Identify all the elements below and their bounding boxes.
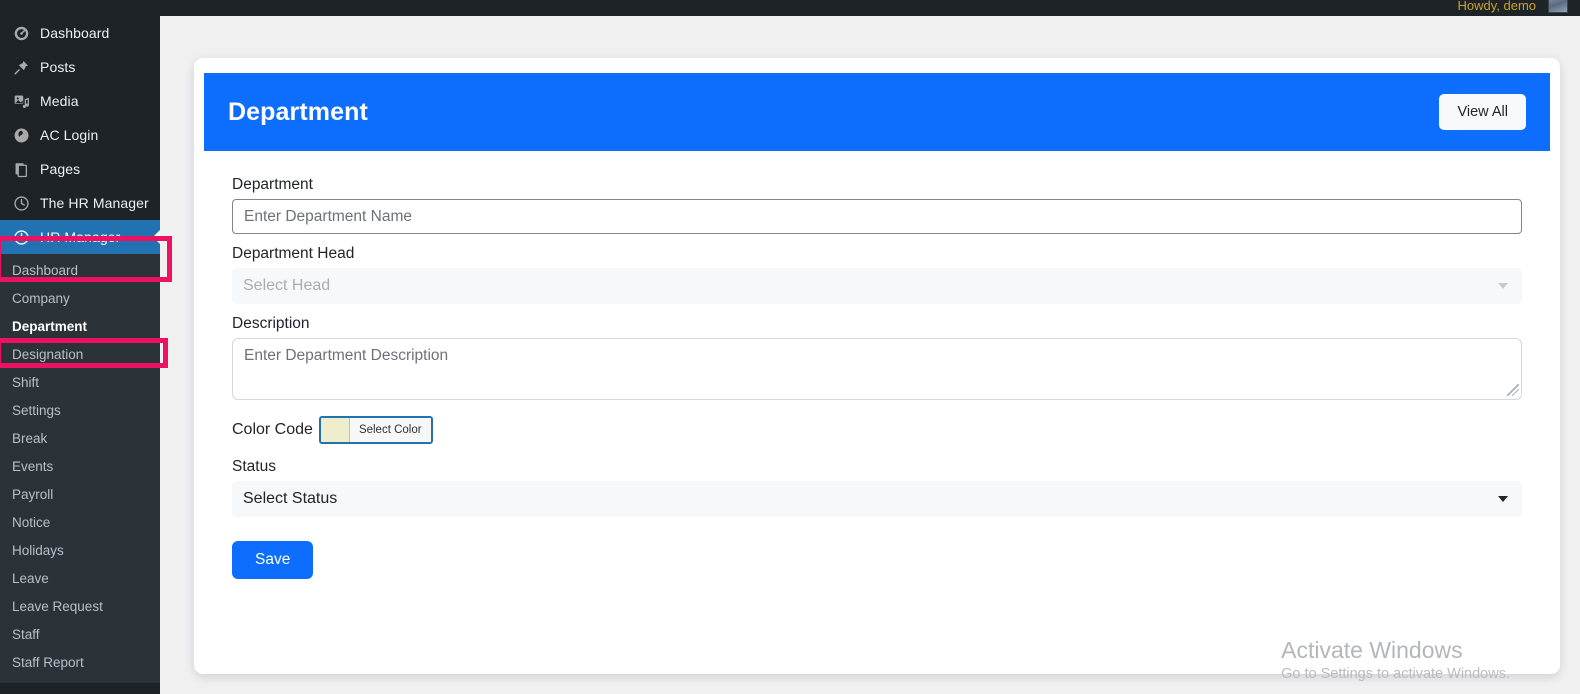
sidebar-item-label: Pages	[40, 161, 81, 177]
media-icon	[11, 91, 31, 111]
submenu-item-dashboard[interactable]: Dashboard	[0, 257, 160, 285]
submenu-item-department[interactable]: Department	[0, 313, 160, 341]
submenu-item-leave-request[interactable]: Leave Request	[0, 593, 160, 621]
hr-manager-submenu: Dashboard Company Department Designation Shi…	[0, 254, 160, 683]
color-code-field-group: Color Code Select Color	[232, 416, 1522, 444]
sidebar-item-the-hr-manager[interactable]: The HR Manager	[0, 186, 160, 220]
department-head-selected-value: Select Head	[243, 277, 331, 294]
submenu-item-leave[interactable]: Leave	[0, 565, 160, 593]
color-code-label: Color Code	[232, 421, 313, 438]
status-label: Status	[232, 458, 276, 475]
chevron-down-icon	[1498, 283, 1508, 289]
submenu-item-events[interactable]: Events	[0, 453, 160, 481]
department-head-select[interactable]: Select Head	[232, 268, 1522, 304]
sidebar-item-label: AC Login	[40, 127, 99, 143]
admin-sidebar: Dashboard Posts Media AC Login Pages The HR M…	[0, 16, 160, 694]
page-title: Department	[228, 97, 368, 126]
submenu-item-company[interactable]: Company	[0, 285, 160, 313]
pages-book-icon	[11, 159, 31, 179]
submenu-item-shift[interactable]: Shift	[0, 369, 160, 397]
status-select[interactable]: Select Status	[232, 481, 1522, 517]
view-all-button[interactable]: View All	[1439, 94, 1526, 130]
sidebar-menu: Dashboard Posts Media AC Login Pages The HR M…	[0, 16, 160, 254]
submenu-item-holidays[interactable]: Holidays	[0, 537, 160, 565]
main-content: Department View All Department Departmen…	[160, 16, 1580, 694]
status-selected-value: Select Status	[243, 490, 338, 507]
department-card: Department View All Department Departmen…	[194, 58, 1560, 674]
sidebar-item-ac-login[interactable]: AC Login	[0, 118, 160, 152]
submenu-item-payroll[interactable]: Payroll	[0, 481, 160, 509]
department-field-group: Department	[232, 176, 1522, 234]
sidebar-item-label: Media	[40, 93, 79, 109]
description-label: Description	[232, 315, 310, 332]
sidebar-item-label: The HR Manager	[40, 195, 149, 211]
color-swatch[interactable]	[320, 418, 349, 442]
dashboard-gauge-icon	[11, 23, 31, 43]
sidebar-item-pages[interactable]: Pages	[0, 152, 160, 186]
clock-icon	[11, 193, 31, 213]
submenu-item-break[interactable]: Break	[0, 425, 160, 453]
description-field-group: Description	[232, 315, 1522, 400]
description-wrapper	[232, 338, 1522, 400]
card-header: Department View All	[204, 73, 1550, 151]
chevron-down-icon	[1498, 496, 1508, 502]
select-color-button[interactable]: Select Color	[348, 418, 431, 442]
sidebar-item-posts[interactable]: Posts	[0, 50, 160, 84]
admin-bar: Howdy, demo	[0, 0, 1580, 16]
avatar[interactable]	[1548, 0, 1568, 13]
submenu-item-staff[interactable]: Staff	[0, 621, 160, 649]
department-head-label: Department Head	[232, 245, 355, 262]
submenu-item-designation[interactable]: Designation	[0, 341, 160, 369]
save-button[interactable]: Save	[232, 541, 314, 579]
sidebar-item-media[interactable]: Media	[0, 84, 160, 118]
clock-icon	[11, 227, 31, 247]
department-input[interactable]	[232, 199, 1522, 234]
sidebar-item-label: Posts	[40, 59, 76, 75]
ac-login-icon	[11, 125, 31, 145]
submenu-item-settings[interactable]: Settings	[0, 397, 160, 425]
description-textarea[interactable]	[232, 338, 1522, 400]
department-head-field-group: Department Head Select Head	[232, 245, 1522, 304]
department-form: Department Department Head Select Head D…	[232, 176, 1522, 579]
submenu-item-notice[interactable]: Notice	[0, 509, 160, 537]
howdy-greeting[interactable]: Howdy, demo	[1457, 0, 1536, 13]
submenu-item-staff-report[interactable]: Staff Report	[0, 649, 160, 677]
sidebar-item-label: Dashboard	[40, 25, 110, 41]
sidebar-item-hr-manager[interactable]: HR Manager	[0, 220, 160, 254]
sidebar-item-dashboard[interactable]: Dashboard	[0, 16, 160, 50]
pin-icon	[11, 57, 31, 77]
active-menu-arrow-icon	[153, 229, 160, 245]
department-label: Department	[232, 176, 313, 193]
sidebar-item-label: HR Manager	[40, 229, 121, 245]
status-field-group: Status Select Status	[232, 458, 1522, 517]
color-picker[interactable]: Select Color	[318, 416, 433, 444]
